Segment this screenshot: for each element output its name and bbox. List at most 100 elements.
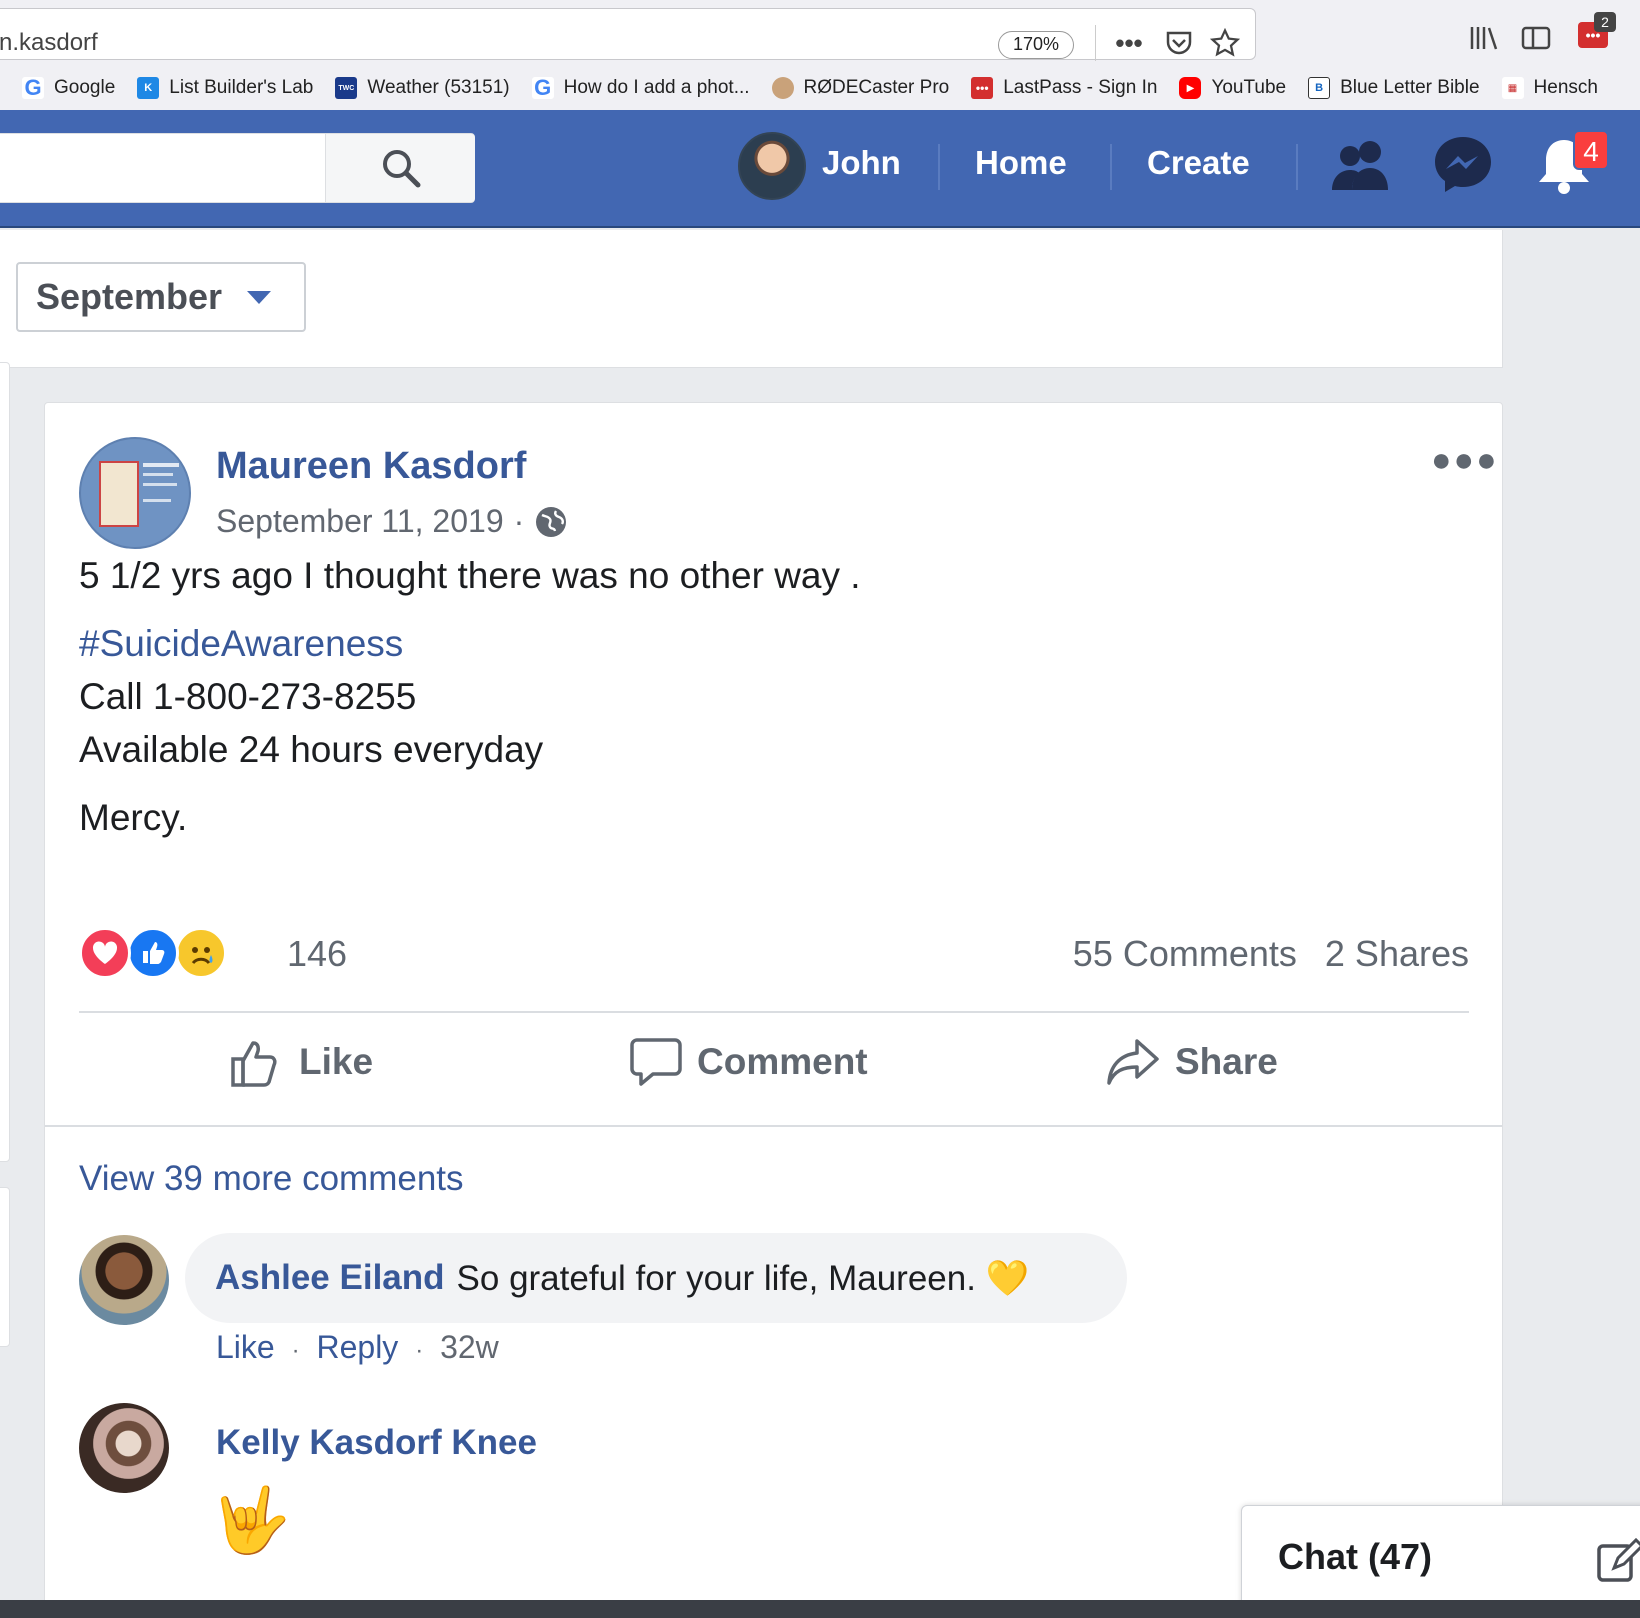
month-select[interactable]: September — [16, 262, 306, 332]
hensch-icon: ▦ — [1501, 77, 1524, 99]
view-more-comments-link[interactable]: View 39 more comments — [79, 1159, 464, 1199]
url-bar-divider — [1095, 25, 1096, 61]
month-select-value: September — [36, 276, 223, 317]
comment-reply-link[interactable]: Reply — [316, 1329, 398, 1365]
speech-bubble-icon — [630, 1038, 682, 1086]
comment-like-link[interactable]: Like — [216, 1329, 275, 1365]
author-avatar[interactable] — [79, 437, 191, 549]
hashtag-link[interactable]: #SuicideAwareness — [79, 623, 403, 665]
like-reaction-icon[interactable] — [127, 927, 179, 979]
bookmark-label: How do I add a phot... — [563, 77, 750, 98]
commenter-name[interactable]: Ashlee Eiland — [215, 1258, 445, 1298]
comment-bubble: Ashlee Eiland So grateful for your life,… — [185, 1233, 1127, 1323]
share-button-label: Share — [1175, 1041, 1278, 1082]
listbuilder-icon: K — [137, 77, 160, 99]
reaction-count[interactable]: 146 — [287, 933, 347, 975]
post-text-line: Mercy. — [79, 797, 188, 838]
post-options-icon[interactable]: ●●● — [1431, 441, 1499, 480]
chevron-down-icon — [247, 291, 272, 304]
post-card: Maureen Kasdorf September 11, 2019 · ●●●… — [44, 402, 1503, 1618]
google-icon: G — [22, 75, 44, 100]
weather-channel-icon: TWC — [335, 77, 358, 99]
url-text[interactable]: n.kasdorf — [0, 29, 98, 57]
comment-age[interactable]: 32w — [440, 1329, 499, 1365]
meta-separator: · — [513, 503, 525, 539]
comment-button-label: Comment — [697, 1041, 868, 1082]
bookmark-lastpass[interactable]: ••• LastPass - Sign In — [971, 77, 1157, 99]
os-dock-strip — [0, 1600, 1640, 1618]
left-column-card-edge — [0, 1187, 10, 1347]
sidebar-toggle-icon[interactable] — [1516, 18, 1556, 58]
compose-message-icon[interactable] — [1596, 1538, 1640, 1584]
zoom-level-badge[interactable]: 170% — [998, 31, 1074, 59]
nav-home[interactable]: Home — [975, 144, 1067, 182]
post-text-line: 5 1/2 yrs ago I thought there was no oth… — [79, 555, 861, 596]
reactions-summary: 146 55 Comments 2 Shares — [79, 927, 1469, 983]
bookmark-blue-letter-bible[interactable]: B Blue Letter Bible — [1308, 77, 1480, 99]
bookmark-how-do-i-add[interactable]: G How do I add a phot... — [531, 75, 750, 100]
address-bar[interactable]: n.kasdorf 170% ••• — [0, 8, 1256, 63]
shares-count-link[interactable]: 2 Shares — [1325, 933, 1469, 974]
nav-profile-john[interactable]: John — [822, 144, 901, 182]
bookmark-label: RØDECaster Pro — [803, 77, 950, 98]
bookmark-list-builders-lab[interactable]: K List Builder's Lab — [137, 77, 313, 99]
chat-label: Chat (47) — [1278, 1536, 1433, 1577]
library-icon[interactable] — [1464, 18, 1504, 58]
bookmark-label: LastPass - Sign In — [1003, 77, 1158, 98]
globe-public-icon[interactable] — [534, 505, 568, 539]
like-button[interactable]: Like — [229, 1015, 373, 1109]
post-text-line: Available 24 hours everyday — [79, 729, 544, 770]
bookmark-youtube[interactable]: ▶ YouTube — [1179, 77, 1286, 99]
meta-separator: · — [415, 1337, 424, 1364]
search-icon — [382, 150, 420, 188]
page-actions-icon[interactable]: ••• — [1109, 23, 1149, 63]
bookmark-google[interactable]: G Google — [22, 75, 116, 100]
extension-badge: 2 — [1594, 12, 1616, 32]
post-divider — [45, 1125, 1502, 1127]
nav-divider — [1296, 144, 1298, 190]
messenger-icon[interactable] — [1432, 134, 1494, 201]
search-button[interactable] — [325, 134, 475, 202]
share-button[interactable]: Share — [1105, 1015, 1278, 1109]
comment-emoji: 🤟 — [211, 1484, 291, 1556]
meta-separator: · — [291, 1337, 300, 1364]
bookmark-label: YouTube — [1211, 77, 1287, 98]
post-date[interactable]: September 11, 2019 — [216, 503, 504, 540]
bookmarks-bar: G Google K List Builder's Lab TWC Weathe… — [0, 68, 1640, 108]
lastpass-icon: ••• — [971, 77, 994, 99]
bookmark-label: Blue Letter Bible — [1340, 77, 1480, 98]
sad-reaction-icon[interactable] — [175, 927, 227, 979]
post-meta: September 11, 2019 · — [216, 503, 568, 540]
search-input[interactable] — [0, 133, 475, 203]
google-icon: G — [531, 75, 554, 100]
rode-icon — [771, 77, 794, 99]
commenter-name[interactable]: Kelly Kasdorf Knee — [216, 1423, 537, 1463]
nav-divider — [938, 144, 940, 190]
timeline-filter-card: September — [0, 230, 1503, 368]
comment-button[interactable]: Comment — [629, 1015, 868, 1109]
blueletterbible-icon: B — [1308, 77, 1331, 99]
post-divider — [79, 1011, 1469, 1013]
post-author-name[interactable]: Maureen Kasdorf — [216, 445, 526, 488]
like-button-label: Like — [299, 1041, 374, 1082]
love-reaction-icon[interactable] — [79, 927, 131, 979]
share-arrow-icon — [1107, 1039, 1159, 1085]
friend-requests-icon[interactable] — [1330, 136, 1394, 199]
facebook-top-bar: John Home Create 4 — [0, 110, 1640, 228]
bookmark-label: Google — [54, 77, 116, 98]
bookmark-weather[interactable]: TWC Weather (53151) — [335, 77, 510, 99]
commenter-avatar[interactable] — [79, 1403, 169, 1493]
bookmark-rodecaster[interactable]: RØDECaster Pro — [771, 77, 950, 99]
comment-actions: Like · Reply · 32w — [216, 1329, 499, 1366]
youtube-icon: ▶ — [1179, 77, 1202, 99]
browser-toolbar: n.kasdorf 170% ••• ••• 2 G Google K List… — [0, 0, 1640, 110]
user-avatar[interactable] — [738, 132, 806, 200]
left-column-card-edge — [0, 362, 10, 1162]
commenter-avatar[interactable] — [79, 1235, 169, 1325]
nav-create[interactable]: Create — [1147, 144, 1250, 182]
bookmark-hensch[interactable]: ▦ Hensch — [1501, 77, 1598, 99]
comments-count-link[interactable]: 55 Comments — [1073, 933, 1297, 974]
bookmark-star-icon[interactable] — [1205, 23, 1245, 63]
post-text-line: Call 1-800-273-8255 — [79, 676, 417, 717]
pocket-icon[interactable] — [1159, 23, 1199, 63]
